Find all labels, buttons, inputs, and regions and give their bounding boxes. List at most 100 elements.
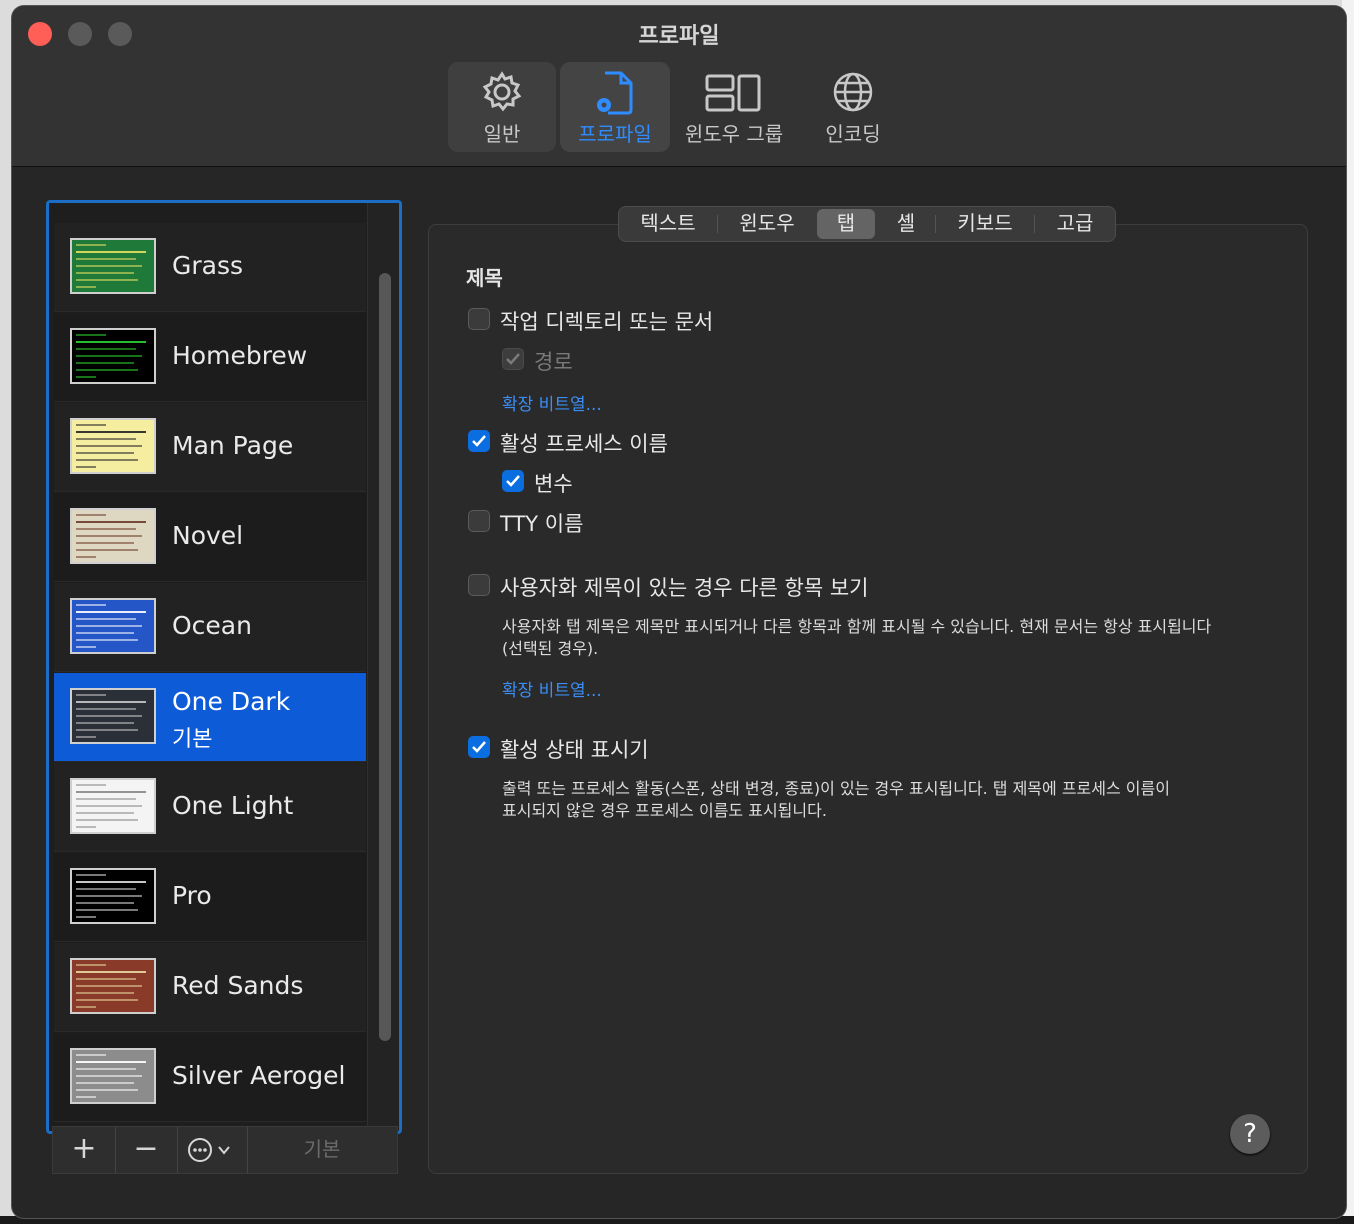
thumbnail-line (76, 369, 138, 371)
thumbnail-line (76, 999, 138, 1001)
profile-row[interactable]: Ocean (54, 583, 366, 672)
tab-text[interactable]: 텍스트 (619, 207, 717, 241)
thumbnail-line (76, 805, 142, 807)
extended-string-link-2[interactable]: 확장 비트열... (502, 676, 602, 701)
thumbnail-line (76, 736, 96, 738)
profile-row[interactable]: Homebrew (54, 313, 366, 402)
thumbnail-line (76, 348, 136, 350)
thumbnail-line (76, 244, 106, 246)
profile-name: One Dark (172, 687, 291, 716)
profile-thumbnail (70, 778, 156, 834)
thumbnail-line (76, 272, 134, 274)
extended-string-link-1[interactable]: 확장 비트열... (502, 390, 602, 415)
profile-name: Ocean (172, 611, 252, 640)
profile-thumbnail (70, 688, 156, 744)
toolbar-general[interactable]: 일반 (448, 62, 556, 152)
active-process-label: 활성 프로세스 이름 (500, 432, 668, 456)
globe-icon (798, 70, 908, 116)
thumbnail-line (76, 985, 142, 987)
thumbnail-line (76, 694, 106, 696)
activity-indicator-checkbox[interactable] (468, 736, 490, 758)
thumbnail-line (76, 784, 106, 786)
thumbnail-line (76, 604, 106, 606)
more-actions-button[interactable] (177, 1127, 248, 1173)
toolbar-encoding[interactable]: 인코딩 (798, 62, 908, 152)
thumbnail-line (76, 466, 96, 468)
activity-description-line-2: 표시되지 않은 경우 프로세스 이름도 표시됩니다. (502, 801, 827, 820)
set-default-button[interactable]: 기본 (247, 1127, 397, 1173)
tab-keyboard[interactable]: 키보드 (936, 207, 1034, 241)
gear-icon (448, 70, 556, 116)
thumbnail-line (76, 715, 142, 717)
profile-row[interactable]: Novel (54, 493, 366, 582)
thumbnail-line (76, 528, 136, 530)
profile-list[interactable]: Grass Homebrew Man Page Novel Ocean One Dark 기… (46, 200, 402, 1134)
thumbnail-line (76, 1006, 96, 1008)
tab-shell[interactable]: 셸 (877, 207, 935, 241)
thumbnail-line (76, 438, 136, 440)
scrollbar-thumb[interactable] (379, 273, 391, 1041)
thumbnail-line (76, 729, 138, 731)
active-process-checkbox[interactable] (468, 430, 490, 452)
profile-row[interactable]: One Light (54, 763, 366, 852)
profile-row[interactable]: Red Sands (54, 943, 366, 1032)
add-profile-button[interactable]: + (53, 1127, 116, 1173)
profile-row[interactable]: Silver Aerogel (54, 1033, 366, 1122)
tty-checkbox[interactable] (468, 510, 490, 532)
profile-thumbnail (70, 598, 156, 654)
tab-tab[interactable]: 탭 (817, 209, 875, 239)
thumbnail-line (76, 632, 134, 634)
profile-name: One Light (172, 791, 294, 820)
thumbnail-line (76, 639, 138, 641)
section-title: 제목 (466, 266, 503, 290)
toolbar-encoding-label: 인코딩 (825, 122, 881, 146)
settings-tabs: 텍스트 윈도우 탭 셸 키보드 고급 (618, 206, 1116, 242)
toolbar-window-groups[interactable]: 윈도우 그룹 (678, 62, 790, 152)
working-dir-checkbox[interactable] (468, 308, 490, 330)
thumbnail-line (76, 708, 136, 710)
thumbnail-line (76, 1082, 134, 1084)
thumbnail-line (76, 376, 96, 378)
profile-list-rows: Grass Homebrew Man Page Novel Ocean One Dark 기… (54, 203, 366, 1131)
profile-name: Grass (172, 251, 244, 280)
profile-row[interactable]: One Dark 기본 (54, 673, 366, 762)
profile-thumbnail (70, 238, 156, 294)
thumbnail-line (76, 556, 96, 558)
thumbnail-line (76, 881, 146, 883)
profile-name: Novel (172, 521, 244, 550)
profile-row[interactable]: Pro (54, 853, 366, 942)
arguments-checkbox[interactable] (502, 470, 524, 492)
profile-thumbnail (70, 868, 156, 924)
profile-row[interactable]: Man Page (54, 403, 366, 492)
profile-row[interactable]: Grass (54, 223, 366, 312)
help-button[interactable]: ? (1230, 1114, 1270, 1154)
thumbnail-line (76, 549, 138, 551)
custom-title-checkbox[interactable] (468, 574, 490, 596)
titlebar: 프로파일 일반 프로파일 윈도우 그룹 인코딩 (12, 6, 1346, 167)
thumbnail-line (76, 909, 138, 911)
thumbnail-line (76, 355, 142, 357)
ellipsis-circle-icon (188, 1138, 230, 1162)
thumbnail-line (76, 722, 134, 724)
thumbnail-line (76, 334, 106, 336)
thumbnail-line (76, 1068, 136, 1070)
thumbnail-line (76, 459, 138, 461)
thumbnail-line (76, 611, 146, 613)
thumbnail-line (76, 888, 136, 890)
thumbnail-line (76, 618, 136, 620)
profile-name: Silver Aerogel (172, 1061, 346, 1090)
profile-name: Pro (172, 881, 212, 910)
profile-thumbnail (70, 508, 156, 564)
tab-advanced[interactable]: 고급 (1035, 207, 1115, 241)
profile-name: Man Page (172, 431, 294, 460)
toolbar-profiles[interactable]: 프로파일 (560, 62, 670, 152)
path-checkbox[interactable] (502, 348, 524, 370)
profile-document-icon (560, 70, 670, 116)
thumbnail-line (76, 1054, 106, 1056)
thumbnail-line (76, 1061, 146, 1063)
custom-title-description-line-2: (선택된 경우). (502, 639, 599, 658)
window-title: 프로파일 (638, 24, 720, 49)
remove-profile-button[interactable]: − (115, 1127, 178, 1173)
tab-window[interactable]: 윈도우 (718, 207, 816, 241)
thumbnail-line (76, 625, 142, 627)
